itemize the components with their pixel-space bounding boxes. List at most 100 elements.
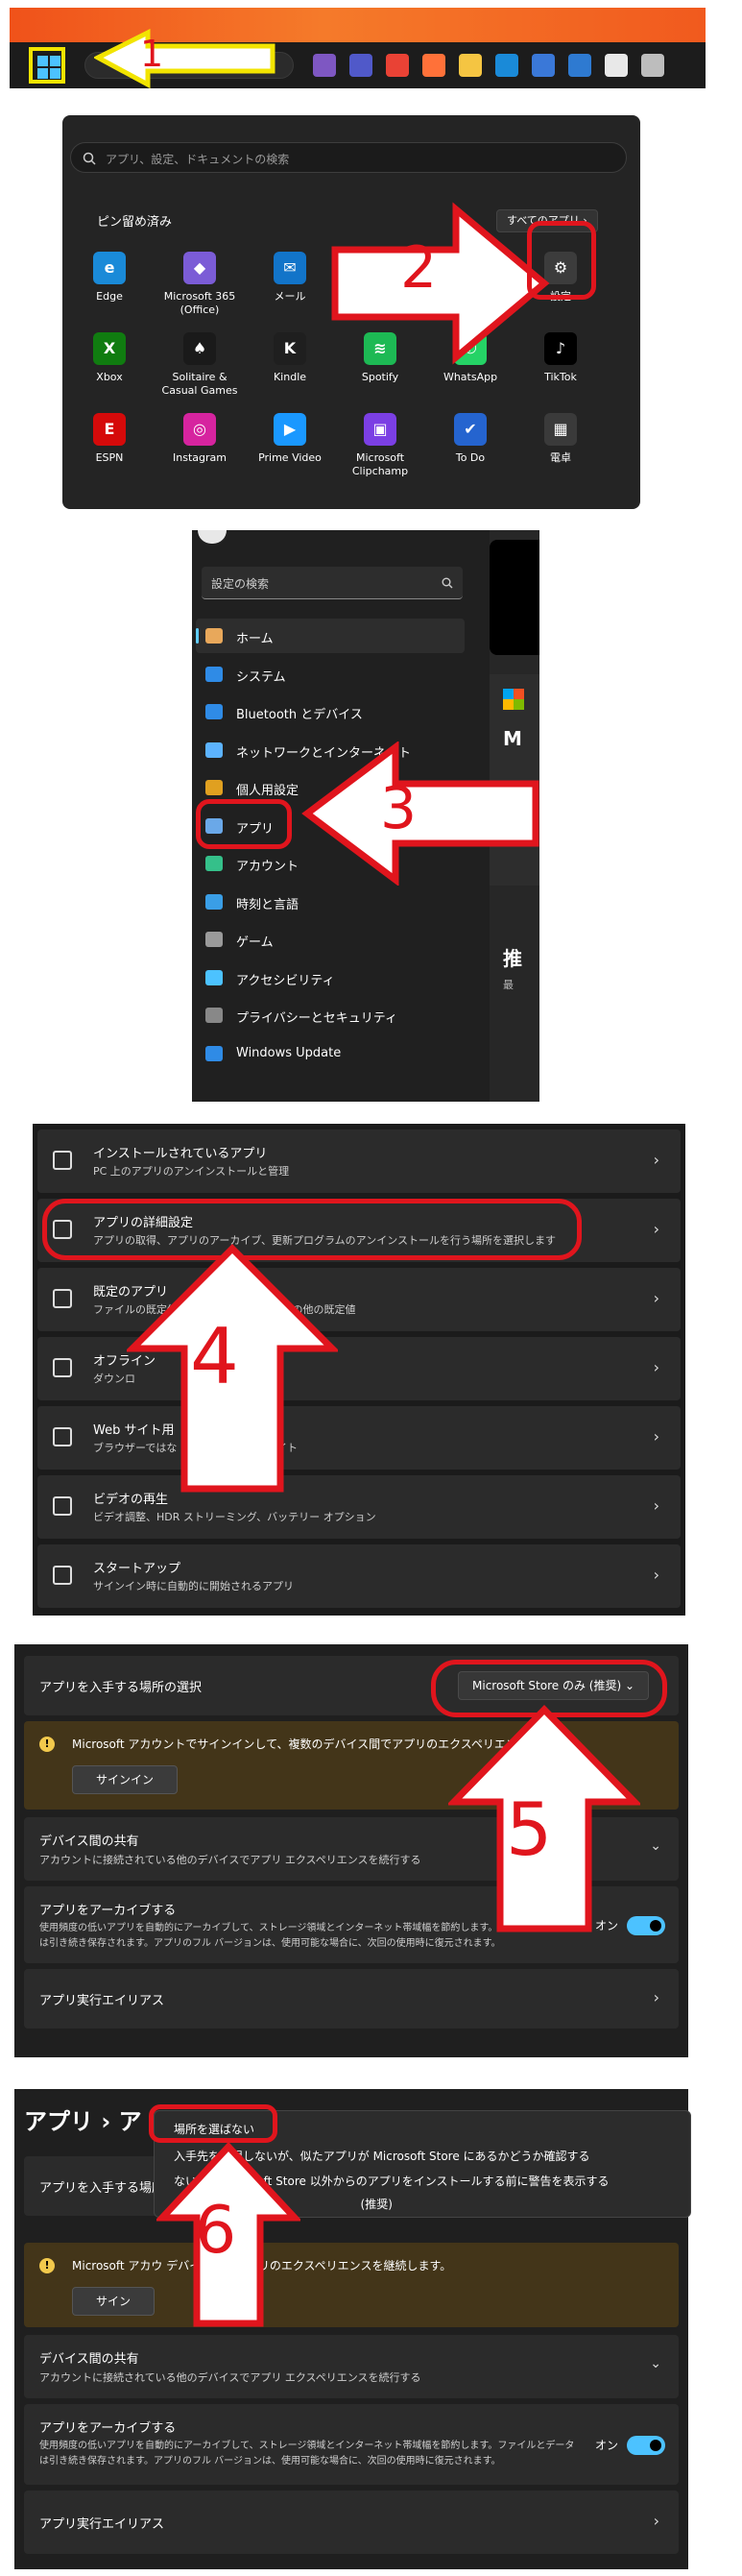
row-icon xyxy=(53,1566,72,1585)
app-label: Microsoft 365 (Office) xyxy=(163,290,236,316)
archive-toggle[interactable] xyxy=(627,2436,665,2455)
nav-icon xyxy=(205,1008,223,1023)
nav-item[interactable]: Windows Update xyxy=(196,1036,465,1071)
row-subtitle: PC 上のアプリのアンインストールと管理 xyxy=(93,1165,290,1178)
nav-item[interactable]: システム xyxy=(196,657,465,692)
nav-item[interactable]: プライバシーとセキュリティ xyxy=(196,998,465,1033)
step-number: 6 xyxy=(195,2193,237,2269)
app-label: WhatsApp xyxy=(443,371,498,383)
search-icon xyxy=(83,152,96,165)
signin-button[interactable]: サインイン xyxy=(72,1765,179,1794)
nav-icon xyxy=(205,1045,223,1061)
pinned-app[interactable]: ✉ メール xyxy=(247,252,333,304)
nav-label: システム xyxy=(236,669,286,685)
step-number: 5 xyxy=(506,1786,553,1872)
pinned-app[interactable]: ▶ Prime Video xyxy=(247,413,333,465)
pinned-app[interactable]: ◆ Microsoft 365 (Office) xyxy=(156,252,243,317)
edge-icon[interactable] xyxy=(495,54,518,77)
settings-search-input[interactable]: 設定の検索 xyxy=(202,567,463,599)
row-title: アプリ実行エイリアス xyxy=(39,1994,165,2008)
nav-icon xyxy=(205,856,223,871)
step-number: 1 xyxy=(140,33,164,75)
chevron-right-icon: › xyxy=(653,1566,659,1584)
share-row[interactable]: デバイス間の共有 アカウントに接続されている他のデバイスでアプリ エクスペリエン… xyxy=(24,2335,679,2398)
settings-row[interactable]: インストールされているアプリ PC 上のアプリのアンインストールと管理 › xyxy=(37,1130,681,1193)
app-icon: ▦ xyxy=(544,413,577,446)
start-button[interactable] xyxy=(29,47,65,84)
nav-icon xyxy=(205,893,223,910)
app-icon: K xyxy=(274,332,306,365)
pinned-app[interactable]: E ESPN xyxy=(66,413,153,465)
defender-icon[interactable] xyxy=(568,54,591,77)
settings-row[interactable]: スタートアップ サインイン時に自動的に開始されるアプリ › xyxy=(37,1544,681,1608)
pinned-app[interactable]: ▣ Microsoft Clipchamp xyxy=(337,413,423,478)
app-icon: ◆ xyxy=(183,252,216,284)
pinned-app[interactable]: e Edge xyxy=(66,252,153,304)
teams-icon[interactable] xyxy=(349,54,372,77)
nav-item[interactable]: ホーム xyxy=(196,619,465,653)
nav-label: ホーム xyxy=(236,632,274,646)
settings-icon[interactable] xyxy=(641,54,664,77)
row-icon xyxy=(53,1151,72,1170)
nav-label: 時刻と言語 xyxy=(236,897,299,912)
pinned-app[interactable]: ◎ Instagram xyxy=(156,413,243,465)
pinned-app[interactable]: X Xbox xyxy=(66,332,153,384)
windows-logo-icon xyxy=(37,68,48,79)
chevron-down-icon: ⌄ xyxy=(650,2356,661,2371)
chevron-right-icon: › xyxy=(653,1220,659,1238)
app-icon: ✔ xyxy=(454,413,487,446)
file-icon[interactable] xyxy=(605,54,628,77)
signin-button[interactable]: サイン xyxy=(72,2287,156,2316)
alias-row[interactable]: アプリ実行エイリアス › xyxy=(24,2491,679,2554)
app-icon: E xyxy=(93,413,126,446)
start-search-input[interactable]: アプリ、設定、ドキュメントの検索 xyxy=(70,142,627,173)
info-icon: ! xyxy=(39,2258,55,2273)
nav-item[interactable]: Bluetooth とデバイス xyxy=(196,694,465,729)
toggle-state: オン xyxy=(595,2439,619,2452)
row-title: アプリをアーカイブする xyxy=(39,1904,177,1918)
row-icon xyxy=(53,1496,72,1516)
windows-logo-icon xyxy=(50,68,60,79)
breadcrumb: アプリ › ア xyxy=(24,2108,142,2135)
app-label: To Do xyxy=(455,451,486,464)
file-explorer-icon[interactable] xyxy=(459,54,482,77)
chevron-right-icon: › xyxy=(653,1988,659,2006)
row-title: アプリをアーカイブする xyxy=(39,2421,177,2436)
pinned-app[interactable]: ♠ Solitaire & Casual Games xyxy=(156,332,243,398)
highlight-anywhere-option xyxy=(149,2104,277,2143)
pinned-app[interactable]: K Kindle xyxy=(247,332,333,384)
chevron-right-icon: › xyxy=(653,1427,659,1446)
copilot-icon[interactable] xyxy=(313,54,336,77)
chevron-down-icon: ⌄ xyxy=(650,1838,661,1854)
nav-icon xyxy=(205,780,223,795)
content-text: 最 xyxy=(503,979,514,991)
content-card xyxy=(490,540,539,655)
row-title: スタートアップ xyxy=(93,1562,181,1576)
nav-item[interactable]: 時刻と言語 xyxy=(196,885,465,919)
nav-item[interactable]: ゲーム xyxy=(196,922,465,957)
app-icon: X xyxy=(93,332,126,365)
row-title: アプリを入手する場所の選択 xyxy=(39,1681,203,1695)
notepad-icon[interactable] xyxy=(532,54,555,77)
alias-row[interactable]: アプリ実行エイリアス › xyxy=(24,1969,679,2029)
row-subtitle: 使用頻度の低いアプリを自動的にアーカイブして、ストレージ領域とインターネット帯域… xyxy=(39,2441,575,2451)
row-title: インストールされているアプリ xyxy=(93,1147,268,1161)
app-label: Microsoft Clipchamp xyxy=(351,451,409,477)
content-heading: 推 xyxy=(503,947,522,970)
app-label: Edge xyxy=(96,290,123,303)
advanced-settings-screenshot: アプリを入手する場所の選択 Microsoft Store のみ (推奨) ⌄ … xyxy=(14,1644,688,2057)
settings-nav-screenshot: 設定の検索 ホーム システム Bluetooth とデバイス ネットワークとインターネ… xyxy=(192,530,539,1102)
app-label: TikTok xyxy=(544,371,577,383)
nav-icon xyxy=(205,628,223,644)
row-title: アプリ実行エイリアス xyxy=(39,2517,165,2532)
step-arrow-2 xyxy=(331,202,550,365)
firefox-icon[interactable] xyxy=(422,54,445,77)
pinned-title: ピン留め済み xyxy=(97,215,173,230)
pinned-app[interactable]: ▦ 電卓 xyxy=(517,413,604,465)
chrome-icon[interactable] xyxy=(386,54,409,77)
app-label: Prime Video xyxy=(258,451,322,464)
pinned-app[interactable]: ✔ To Do xyxy=(427,413,514,465)
nav-item[interactable]: アクセシビリティ xyxy=(196,960,465,995)
app-icon: ▶ xyxy=(274,413,306,446)
row-title: アプリを入手する場所 xyxy=(39,2181,165,2196)
